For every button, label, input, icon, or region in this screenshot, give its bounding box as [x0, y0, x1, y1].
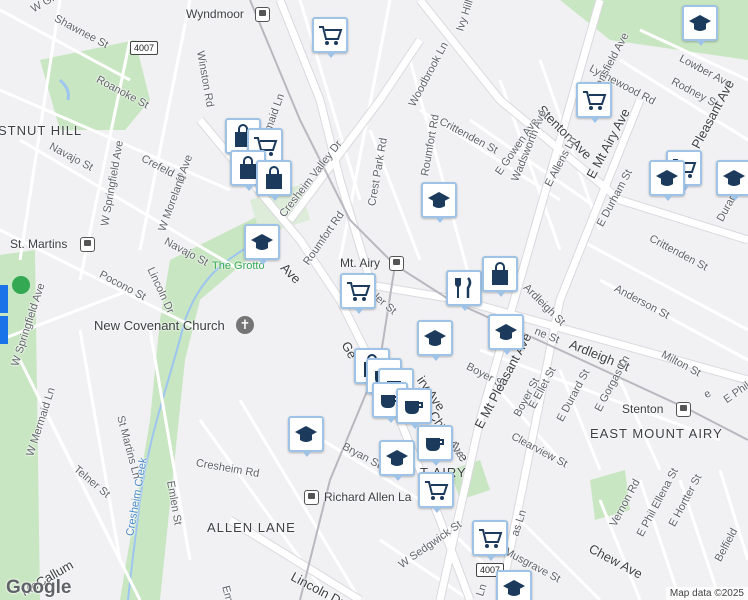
- map-attribution[interactable]: Map data ©2025: [665, 587, 748, 600]
- route-shield: 4007: [130, 41, 159, 55]
- graduation-cap-icon[interactable]: [417, 320, 453, 361]
- area-label-allen-lane: ALLEN LANE: [207, 520, 296, 535]
- church-icon[interactable]: ✝: [236, 316, 254, 334]
- graduation-cap-icon[interactable]: [288, 416, 324, 457]
- shopping-cart-icon[interactable]: [472, 520, 508, 561]
- train-station-icon[interactable]: [304, 490, 319, 505]
- station-label-wyndmoor[interactable]: Wyndmoor: [186, 7, 244, 21]
- graduation-cap-icon[interactable]: [421, 182, 457, 223]
- partial-marker-icon[interactable]: [0, 285, 8, 313]
- train-station-icon[interactable]: [676, 402, 691, 417]
- station-label-stenton[interactable]: Stenton: [622, 402, 663, 416]
- station-label-richard-allen-lane[interactable]: Richard Allen La: [324, 490, 411, 504]
- map-canvas[interactable]: STNUT HILL ALLEN LANE EAST MOUNT AIRY T …: [0, 0, 748, 600]
- train-station-icon[interactable]: [80, 237, 95, 252]
- shopping-bag-icon[interactable]: [256, 160, 292, 201]
- area-label-chestnut-hill: STNUT HILL: [0, 123, 83, 138]
- shopping-cart-icon[interactable]: [312, 17, 348, 58]
- shopping-cart-icon[interactable]: [576, 82, 612, 123]
- partial-marker-icon[interactable]: [0, 316, 8, 344]
- train-station-icon[interactable]: [255, 7, 270, 22]
- graduation-cap-icon[interactable]: [379, 440, 415, 481]
- coffee-icon[interactable]: [417, 425, 453, 466]
- google-logo: Google: [6, 577, 72, 598]
- station-label-st-martins[interactable]: St. Martins: [10, 237, 67, 251]
- coffee-icon[interactable]: [396, 388, 432, 429]
- restaurant-icon[interactable]: [446, 270, 482, 311]
- shopping-cart-icon[interactable]: [340, 273, 376, 314]
- graduation-cap-icon[interactable]: [682, 5, 718, 46]
- place-label-the-grotto[interactable]: The Grotto: [212, 260, 265, 272]
- graduation-cap-icon[interactable]: [244, 224, 280, 265]
- graduation-cap-icon[interactable]: [716, 160, 748, 201]
- train-station-icon[interactable]: [389, 256, 404, 271]
- place-label-new-covenant-church[interactable]: New Covenant Church: [94, 318, 225, 333]
- park-icon[interactable]: [12, 276, 30, 294]
- graduation-cap-icon[interactable]: [496, 570, 532, 600]
- graduation-cap-icon[interactable]: [488, 314, 524, 355]
- area-label-east-mount-airy: EAST MOUNT AIRY: [590, 426, 723, 441]
- shopping-bag-icon[interactable]: [482, 256, 518, 297]
- station-label-mt-airy[interactable]: Mt. Airy: [340, 256, 380, 270]
- graduation-cap-icon[interactable]: [649, 160, 685, 201]
- shopping-cart-icon[interactable]: [418, 472, 454, 513]
